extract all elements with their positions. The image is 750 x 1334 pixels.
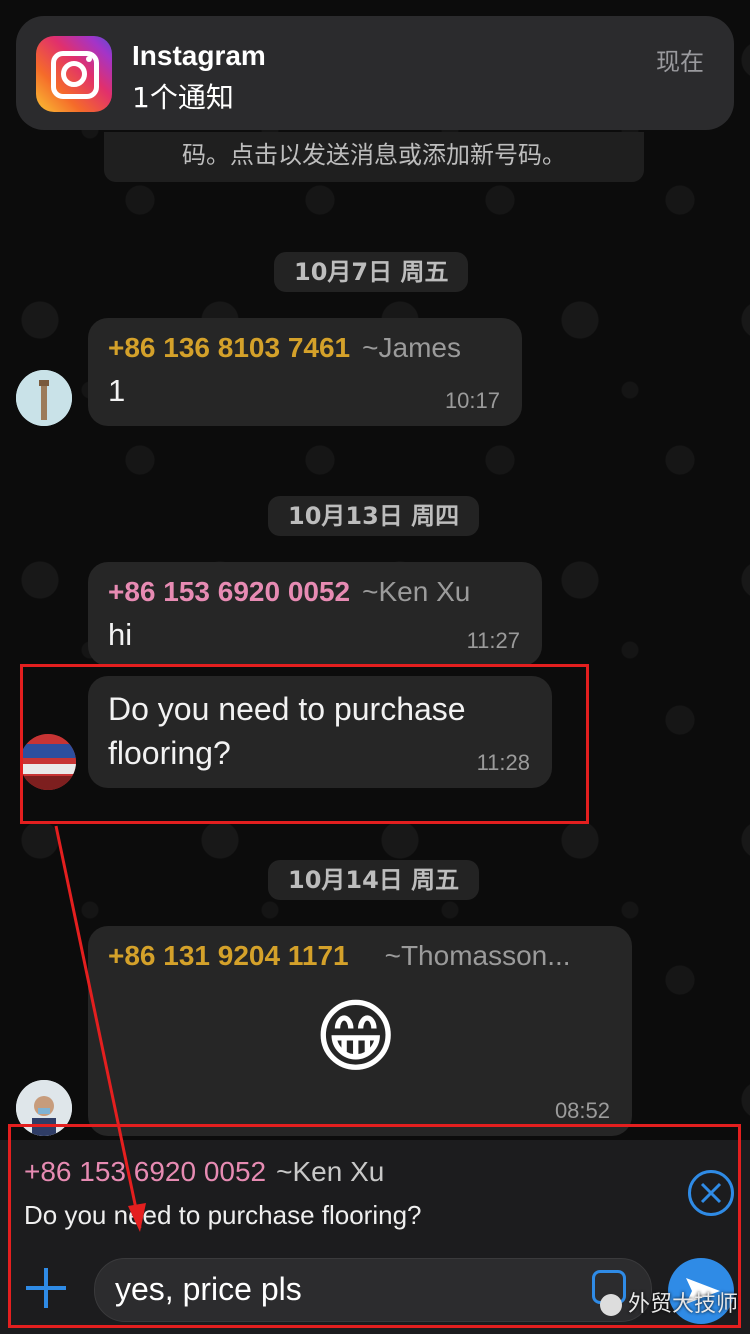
watermark: 外贸大技师 bbox=[600, 1286, 738, 1318]
annotation-arrow bbox=[54, 825, 146, 1232]
